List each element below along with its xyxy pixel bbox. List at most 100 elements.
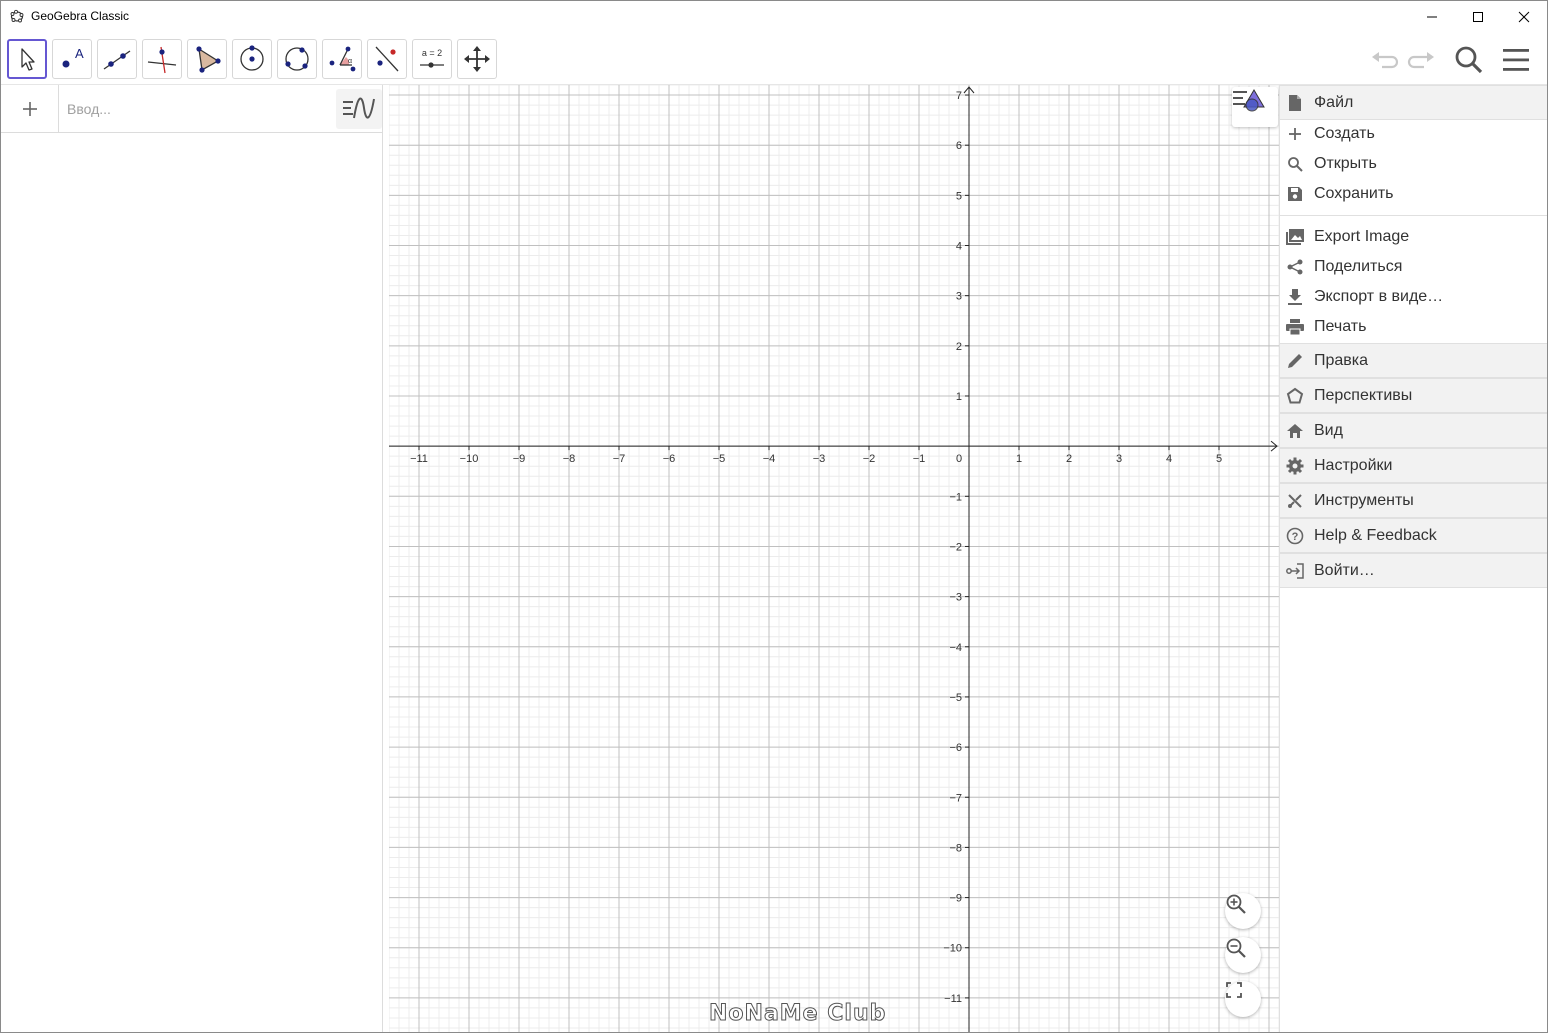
menu-section-perspectives[interactable]: Перспективы xyxy=(1280,378,1547,413)
x-tick-label: −10 xyxy=(460,453,479,465)
y-tick-label: −4 xyxy=(949,642,962,654)
file-icon xyxy=(1286,94,1304,112)
menu-section-help[interactable]: ? Help & Feedback xyxy=(1280,518,1547,553)
menu-file-label: Файл xyxy=(1314,93,1354,111)
reflect-icon xyxy=(375,46,399,72)
menu-item-open[interactable]: Открыть xyxy=(1280,149,1547,179)
maximize-button[interactable] xyxy=(1455,1,1501,32)
x-tick-label: −9 xyxy=(513,453,526,465)
undo-button[interactable] xyxy=(1368,44,1400,76)
graphics-style-bar-button[interactable] xyxy=(1232,87,1278,127)
menu-item-export-as[interactable]: Экспорт в виде… xyxy=(1280,282,1547,312)
menu-section-sign-in[interactable]: Войти… xyxy=(1280,553,1547,588)
menu-section-label: Перспективы xyxy=(1314,386,1413,404)
menu-section-tools[interactable]: Инструменты xyxy=(1280,483,1547,518)
fullscreen-icon xyxy=(1226,982,1242,998)
slider-tool-label: a = 2 xyxy=(422,48,442,58)
app-window: GeoGebra Classic A α a = 2 Ввод... −11 −… xyxy=(0,0,1548,1033)
menu-file-header[interactable]: Файл xyxy=(1280,85,1547,120)
point-icon: A xyxy=(62,46,84,68)
save-icon xyxy=(1286,185,1304,203)
plus-icon xyxy=(22,102,37,116)
angle-tool[interactable]: α xyxy=(322,39,362,79)
search-icon xyxy=(1286,155,1304,173)
x-tick-label: −2 xyxy=(863,453,876,465)
menu-item-label: Открыть xyxy=(1314,155,1377,172)
menu-section-label: Help & Feedback xyxy=(1314,526,1437,544)
menu-section-edit[interactable]: Правка xyxy=(1280,343,1547,378)
algebra-input-field[interactable] xyxy=(67,97,327,121)
menu-item-save[interactable]: Сохранить xyxy=(1280,179,1547,209)
zoom-in-button[interactable] xyxy=(1225,893,1261,929)
plus-icon xyxy=(1286,125,1304,143)
x-tick-label: −3 xyxy=(813,453,826,465)
minimize-button[interactable] xyxy=(1409,1,1455,32)
menu-section-settings[interactable]: Настройки xyxy=(1280,448,1547,483)
home-icon xyxy=(1286,422,1304,440)
y-tick-label: −11 xyxy=(944,993,962,1005)
pentagon-icon xyxy=(1286,387,1304,405)
svg-text:?: ? xyxy=(1292,531,1299,543)
close-button[interactable] xyxy=(1501,1,1547,32)
menu-item-share[interactable]: Поделиться xyxy=(1280,252,1547,282)
menu-section-label: Настройки xyxy=(1314,456,1393,474)
line-tool[interactable] xyxy=(97,39,137,79)
y-tick-label: −9 xyxy=(949,893,962,905)
title-bar: GeoGebra Classic xyxy=(1,1,1547,32)
menu-item-new[interactable]: Создать xyxy=(1280,119,1547,149)
menu-item-label: Export Image xyxy=(1314,228,1410,245)
redo-button[interactable] xyxy=(1406,44,1438,76)
print-icon xyxy=(1286,318,1304,336)
menu-item-export-image[interactable]: Export Image xyxy=(1280,222,1547,252)
x-tick-label: 0 xyxy=(956,453,962,465)
coordinate-grid[interactable]: −11 −10 −9 −8 −7 −6 −5 −4 −3 −2 −1 0 1 2 3 4 51234567−1−… xyxy=(389,85,1279,1033)
x-tick-label: 3 xyxy=(1116,453,1122,465)
slider-tool[interactable]: a = 2 xyxy=(412,39,452,79)
share-icon xyxy=(1286,258,1304,276)
circle-center-icon xyxy=(240,45,264,71)
hamburger-menu-icon xyxy=(1503,49,1529,71)
algebra-style-bar-button[interactable] xyxy=(336,89,382,129)
y-tick-label: 3 xyxy=(956,291,962,303)
polygon-tool[interactable] xyxy=(187,39,227,79)
geogebra-logo-icon xyxy=(10,9,24,23)
y-tick-label: 2 xyxy=(956,341,962,353)
y-tick-label: −2 xyxy=(949,541,962,553)
point-tool[interactable]: A xyxy=(52,39,92,79)
x-tick-label: −7 xyxy=(613,453,626,465)
x-tick-label: −5 xyxy=(713,453,726,465)
minimize-icon xyxy=(1427,16,1437,17)
circle-three-points-tool[interactable] xyxy=(277,39,317,79)
cursor-arrow-icon xyxy=(21,48,35,71)
y-tick-label: 1 xyxy=(956,391,962,403)
algebra-view xyxy=(1,85,383,1032)
y-tick-label: −10 xyxy=(943,943,962,955)
x-tick-label: 2 xyxy=(1066,453,1072,465)
perpendicular-line-tool[interactable] xyxy=(142,39,182,79)
menu-section-label: Правка xyxy=(1314,351,1369,369)
image-icon xyxy=(1286,228,1304,246)
reflect-tool[interactable] xyxy=(367,39,407,79)
graphics-view[interactable]: −11 −10 −9 −8 −7 −6 −5 −4 −3 −2 −1 0 1 2 3 4 5 1 2 3 4 5 6 7 −1−… xyxy=(389,85,1279,1033)
x-tick-label: 1 xyxy=(1016,453,1022,465)
y-tick-label: −3 xyxy=(949,592,962,604)
x-tick-label: −11 xyxy=(410,453,428,465)
move-tool[interactable] xyxy=(7,39,47,79)
menu-section-view[interactable]: Вид xyxy=(1280,413,1547,448)
search-icon xyxy=(1455,46,1483,74)
circle-center-point-tool[interactable] xyxy=(232,39,272,79)
x-tick-label: −6 xyxy=(663,453,676,465)
menu-item-print[interactable]: Печать xyxy=(1280,312,1547,342)
zoom-out-button[interactable] xyxy=(1225,937,1261,973)
perpendicular-line-icon xyxy=(147,46,177,74)
y-tick-label: −1 xyxy=(949,491,962,503)
watermark: NoNaMe Club xyxy=(708,1001,887,1027)
move-graphics-tool[interactable] xyxy=(457,39,497,79)
slider-icon: a = 2 xyxy=(420,48,444,68)
add-input-button[interactable] xyxy=(1,85,59,133)
search-button[interactable] xyxy=(1453,44,1485,76)
main-menu-button[interactable] xyxy=(1500,44,1532,76)
fullscreen-button[interactable] xyxy=(1225,981,1261,1017)
algebra-input-row xyxy=(1,85,383,133)
gear-icon xyxy=(1286,457,1304,475)
